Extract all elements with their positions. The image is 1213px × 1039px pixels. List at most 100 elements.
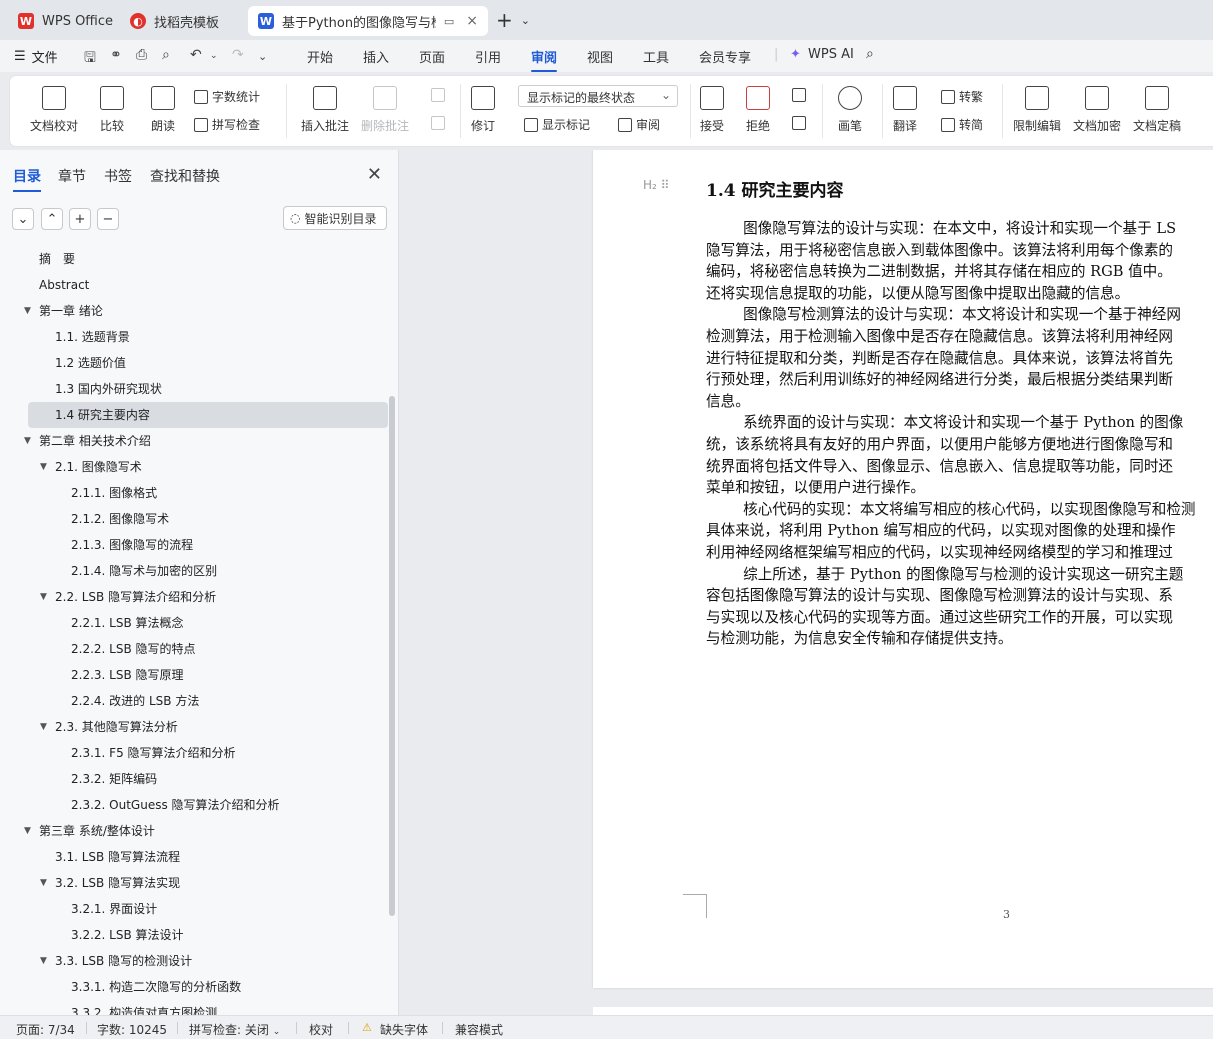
next-comment-button[interactable] xyxy=(431,116,445,130)
toc-item[interactable]: 2.1.1. 图像格式 xyxy=(0,480,390,506)
tab-wps-office[interactable]: W WPS Office xyxy=(8,6,116,36)
expand-caret-icon[interactable]: ▼ xyxy=(40,714,47,740)
toc-item[interactable]: 1.1. 选题背景 xyxy=(0,324,390,350)
previous-change-button[interactable] xyxy=(792,88,806,102)
nav-tab-bookmarks[interactable]: 书签 xyxy=(104,166,132,186)
toc-item[interactable]: ▼ 第三章 系统/整体设计 xyxy=(0,818,390,844)
collapse-down-icon[interactable]: ⌄ xyxy=(12,208,34,230)
tab-docer-templates[interactable]: ◐ 找稻壳模板 xyxy=(120,6,244,36)
toc-item[interactable]: 摘 要 xyxy=(0,246,390,272)
to-traditional-button[interactable]: 转繁 xyxy=(941,88,983,105)
pen-button[interactable]: 画笔 xyxy=(838,86,862,134)
markup-state-select[interactable]: 显示标记的最终状态 ⌄ xyxy=(518,85,678,107)
menu-tab-insert[interactable]: 插入 xyxy=(363,47,389,66)
share-link-icon[interactable]: ⚭ xyxy=(110,47,122,63)
heading-level-marker[interactable]: H₂ ⠿ xyxy=(643,178,669,192)
add-tab-icon[interactable]: + xyxy=(496,8,513,32)
menu-wps-ai[interactable]: WPS AI xyxy=(808,47,854,62)
menu-tab-review[interactable]: 审阅 xyxy=(531,47,558,72)
reject-button[interactable]: 拒绝 xyxy=(746,86,770,134)
toc-item[interactable]: ▼ 2.2. LSB 隐写算法介绍和分析 xyxy=(0,584,390,610)
toc-item[interactable]: 2.3.2. OutGuess 隐写算法介绍和分析 xyxy=(0,792,390,818)
toc-item[interactable]: ▼ 第一章 绪论 xyxy=(0,298,390,324)
toc-item[interactable]: Abstract xyxy=(0,272,390,298)
word-count-button[interactable]: 字数统计 xyxy=(194,88,260,105)
to-simplified-button[interactable]: 转简 xyxy=(941,116,983,133)
status-page[interactable]: 页面: 7/34 xyxy=(16,1021,75,1038)
finalize-button[interactable]: 文档定稿 xyxy=(1133,86,1181,134)
compare-button[interactable]: 比较 xyxy=(100,86,124,134)
track-changes-button[interactable]: 修订 xyxy=(471,86,495,134)
smart-toc-button[interactable]: ◌ 智能识别目录 xyxy=(283,206,387,230)
toc-item[interactable]: 1.4 研究主要内容 xyxy=(28,402,388,428)
expand-caret-icon[interactable]: ▼ xyxy=(40,948,47,974)
toc-item[interactable]: 1.2 选题价值 xyxy=(0,350,390,376)
chevron-down-icon[interactable]: ⌄ xyxy=(521,14,530,27)
more-chevron-icon[interactable]: ⌄ xyxy=(258,50,267,63)
toc-item[interactable]: 3.3.1. 构造二次隐写的分析函数 xyxy=(0,974,390,1000)
toc-item[interactable]: 2.2.1. LSB 算法概念 xyxy=(0,610,390,636)
nav-tab-sections[interactable]: 章节 xyxy=(58,166,86,186)
menu-tab-reference[interactable]: 引用 xyxy=(475,47,501,66)
toc-item[interactable]: 2.1.3. 图像隐写的流程 xyxy=(0,532,390,558)
menu-tab-tools[interactable]: 工具 xyxy=(643,47,669,66)
toc-item[interactable]: ▼ 2.1. 图像隐写术 xyxy=(0,454,390,480)
show-markup-button[interactable]: 显示标记 xyxy=(524,116,590,133)
toc-item[interactable]: 2.2.2. LSB 隐写的特点 xyxy=(0,636,390,662)
status-spell-check[interactable]: 拼写检查: 关闭 ⌄ xyxy=(189,1021,280,1038)
file-menu[interactable]: ☰ 文件 xyxy=(14,47,58,66)
translate-button[interactable]: 翻译 xyxy=(893,86,917,134)
menu-tab-home[interactable]: 开始 xyxy=(307,47,333,66)
toc-item[interactable]: 1.3 国内外研究现状 xyxy=(0,376,390,402)
screen-icon[interactable]: ▭ xyxy=(444,15,454,28)
toc-item[interactable]: 3.2.1. 界面设计 xyxy=(0,896,390,922)
toc-item[interactable]: 2.3.1. F5 隐写算法介绍和分析 xyxy=(0,740,390,766)
nav-scrollbar[interactable] xyxy=(389,396,395,916)
expand-caret-icon[interactable]: ▼ xyxy=(40,454,47,480)
read-aloud-button[interactable]: 朗读 xyxy=(151,86,175,134)
toc-item[interactable]: 3.1. LSB 隐写算法流程 xyxy=(0,844,390,870)
search-icon[interactable]: ⌕ xyxy=(866,46,874,62)
expand-caret-icon[interactable]: ▼ xyxy=(24,818,31,844)
toc-item[interactable]: ▼ 3.2. LSB 隐写算法实现 xyxy=(0,870,390,896)
toc-item[interactable]: 2.1.4. 隐写术与加密的区别 xyxy=(0,558,390,584)
delete-comment-button[interactable]: 删除批注 xyxy=(361,86,409,134)
section-heading[interactable]: 1.4 研究主要内容 xyxy=(706,176,844,201)
toc-item[interactable]: 3.3.2. 构造值对直方图检测 xyxy=(0,1000,390,1015)
next-change-button[interactable] xyxy=(792,116,806,130)
toc-item[interactable]: 2.2.4. 改进的 LSB 方法 xyxy=(0,688,390,714)
toc-item[interactable]: ▼ 第二章 相关技术介绍 xyxy=(0,428,390,454)
menu-tab-view[interactable]: 视图 xyxy=(587,47,613,66)
toc-item[interactable]: 2.1.2. 图像隐写术 xyxy=(0,506,390,532)
status-missing-font[interactable]: 缺失字体 xyxy=(380,1021,428,1038)
status-proofread[interactable]: 校对 xyxy=(309,1021,333,1038)
print-icon[interactable]: ⎙ xyxy=(136,47,147,63)
toc-item[interactable]: ▼ 3.3. LSB 隐写的检测设计 xyxy=(0,948,390,974)
expand-up-icon[interactable]: ⌃ xyxy=(41,208,63,230)
insert-comment-button[interactable]: 插入批注 xyxy=(301,86,349,134)
toc-item[interactable]: 2.3.2. 矩阵编码 xyxy=(0,766,390,792)
previous-comment-button[interactable] xyxy=(431,88,445,102)
menu-tab-page[interactable]: 页面 xyxy=(419,47,445,66)
toc-item[interactable]: ▼ 2.3. 其他隐写算法分析 xyxy=(0,714,390,740)
section-body[interactable]: 图像隐写算法的设计与实现：在本文中，将设计和实现一个基于 LS 隐写算法，用于将秘… xyxy=(706,218,1213,650)
doc-check-button[interactable]: 文档校对 xyxy=(30,86,78,134)
review-pane-button[interactable]: 审阅 xyxy=(618,116,660,133)
nav-tab-toc[interactable]: 目录 xyxy=(13,166,41,192)
print-preview-icon[interactable]: ⌕ xyxy=(162,47,170,63)
expand-caret-icon[interactable]: ▼ xyxy=(40,584,47,610)
expand-caret-icon[interactable]: ▼ xyxy=(40,870,47,896)
expand-caret-icon[interactable]: ▼ xyxy=(24,428,31,454)
undo-dropdown-icon[interactable]: ⌄ xyxy=(210,51,218,61)
undo-icon[interactable]: ↶ xyxy=(190,47,202,63)
redo-icon[interactable]: ↷ xyxy=(232,47,244,63)
close-icon[interactable]: × xyxy=(466,13,478,29)
menu-tab-member[interactable]: 会员专享 xyxy=(699,47,751,66)
nav-tab-find-replace[interactable]: 查找和替换 xyxy=(150,166,220,186)
spell-check-button[interactable]: 拼写检查 xyxy=(194,116,260,133)
remove-heading-icon[interactable]: − xyxy=(97,208,119,230)
tab-current-document[interactable]: W 基于Python的图像隐写与检测 ▭ × xyxy=(248,6,488,36)
save-icon[interactable]: 🖫 xyxy=(84,47,96,71)
accept-button[interactable]: 接受 xyxy=(700,86,724,134)
add-heading-icon[interactable]: + xyxy=(69,208,91,230)
